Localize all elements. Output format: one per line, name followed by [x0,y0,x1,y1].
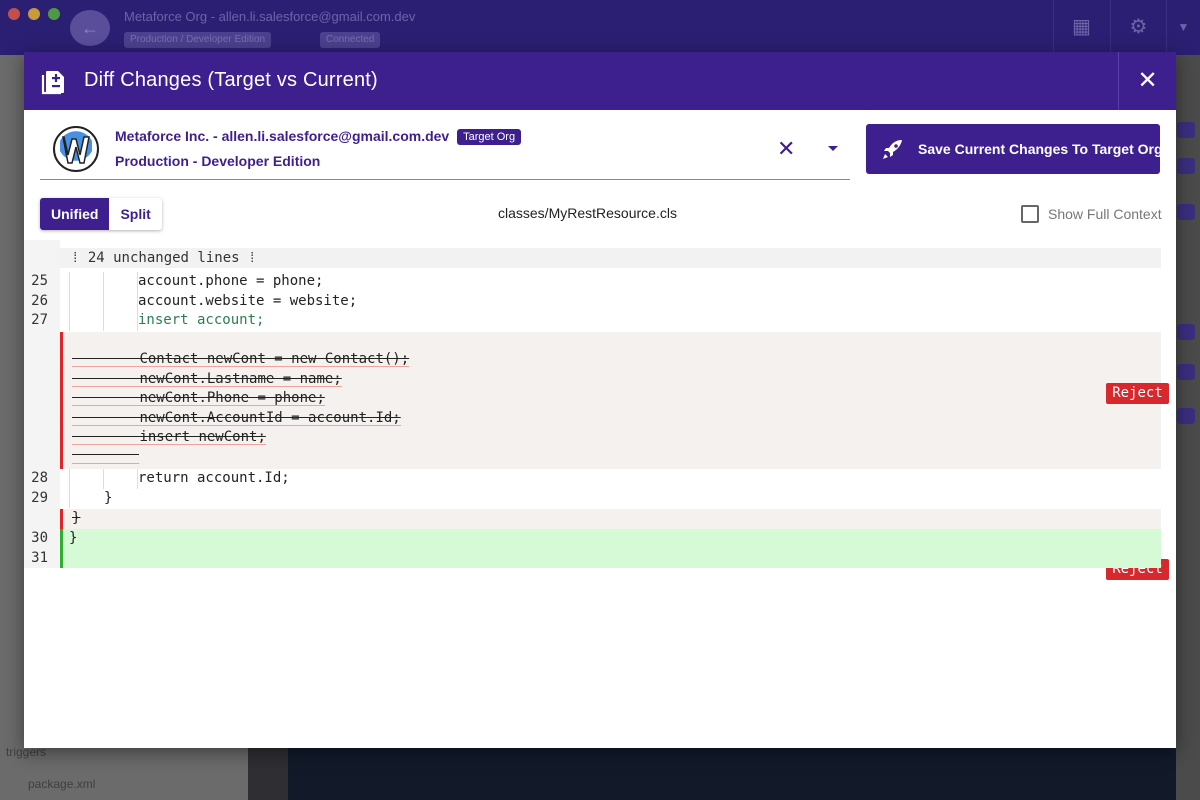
line-number: 31 [31,549,48,566]
toolbar-icon[interactable] [1177,324,1195,340]
file-path: classes/MyRestResource.cls [498,205,677,221]
removed-line: newCont.Phone = phone; [139,390,325,406]
app-titlebar: ← Metaforce Org - allen.li.salesforce@gm… [0,0,1200,55]
reject-button[interactable]: Reject [1106,383,1169,404]
toolbar-icon[interactable] [1177,408,1195,424]
gear-icon[interactable]: ⚙ [1110,0,1166,55]
toolbar-icon[interactable] [1177,364,1195,380]
edition-badge: Production / Developer Edition [124,32,272,48]
unified-button[interactable]: Unified [40,198,110,230]
code-line: 28 return account.Id; [24,469,1161,489]
toolbar-icon[interactable] [1177,158,1195,174]
diff-file-icon [41,71,64,95]
line-number: 25 [31,273,48,289]
grid-icon[interactable]: ▦ [1053,0,1109,55]
code-text: } [104,489,113,506]
dropdown-arrow-icon[interactable] [828,146,838,151]
target-org-tag: Target Org [457,129,522,145]
app-title: Metaforce Org - allen.li.salesforce@gmai… [124,9,416,24]
save-button-label: Save Current Changes To Target Org [918,141,1163,157]
modal-header: Diff Changes (Target vs Current) ✕ [24,52,1176,110]
code-text: account.website = website; [138,292,358,309]
toolbar-icon[interactable] [1177,204,1195,220]
removed-line: } [72,510,81,526]
line-number: 30 [31,530,48,546]
chevron-down-icon[interactable]: ▼ [1166,0,1200,55]
window-maximize-button[interactable] [48,8,60,20]
connection-badge: Connected [320,32,381,48]
checkbox-icon[interactable] [1021,205,1039,223]
view-mode-toggle: Unified Split [40,198,162,230]
removed-line: newCont.Lastname = name; [139,371,342,387]
code-line: 29 } [24,488,1161,508]
toolbar-icon[interactable] [1177,122,1195,138]
org-edition: Production - Developer Edition [115,153,321,169]
code-text: return account.Id; [138,470,290,486]
code-line: 26 account.website = website; [24,291,1161,311]
close-icon[interactable]: ✕ [1118,52,1176,110]
save-to-target-button[interactable]: Save Current Changes To Target Org [866,124,1163,174]
line-number: 28 [31,470,48,486]
expand-unchanged-lines[interactable]: ⁞ 24 unchanged lines ⁞ [60,248,1161,268]
unchanged-lines-label: ⁞ 24 unchanged lines ⁞ [71,250,257,266]
target-org-selector[interactable]: Metaforce Inc. - allen.li.salesforce@gma… [40,122,850,180]
code-text: account.phone = phone; [138,273,324,289]
code-line: 31 [24,549,1161,569]
diff-viewer: ⁞ 24 unchanged lines ⁞ 25 account.phone … [24,240,1176,748]
show-full-context-checkbox[interactable]: Show Full Context [1021,205,1162,223]
tree-item-package[interactable]: package.xml [28,777,95,791]
removed-hunk: } [60,509,1161,529]
diff-modal: Diff Changes (Target vs Current) ✕ Metaf… [24,52,1176,748]
removed-line: newCont.AccountId = account.Id; [139,410,401,426]
code-line: 30 } [24,529,1161,549]
code-line: 27 insert account; [24,311,1161,331]
line-number: 26 [31,292,48,309]
line-number: 27 [31,312,48,328]
split-button[interactable]: Split [109,198,162,230]
back-arrow-icon[interactable]: ← [70,10,110,46]
removed-line: Contact newCont = new Contact(); [139,351,410,367]
org-avatar [53,126,99,172]
modal-title: Diff Changes (Target vs Current) [84,69,378,91]
code-text: } [69,530,78,546]
line-number: 29 [31,489,48,506]
clear-icon[interactable]: ✕ [777,136,795,162]
removed-line: insert newCont; [139,429,266,445]
code-text: insert account; [138,312,265,328]
window-minimize-button[interactable] [28,8,40,20]
rocket-icon [883,140,902,159]
org-name: Metaforce Inc. - allen.li.salesforce@gma… [115,128,450,144]
code-line: 25 account.phone = phone; [24,272,1161,292]
removed-hunk: Contact newCont = new Contact(); newCont… [60,332,1161,469]
window-close-button[interactable] [8,8,20,20]
show-full-context-label: Show Full Context [1048,206,1162,222]
